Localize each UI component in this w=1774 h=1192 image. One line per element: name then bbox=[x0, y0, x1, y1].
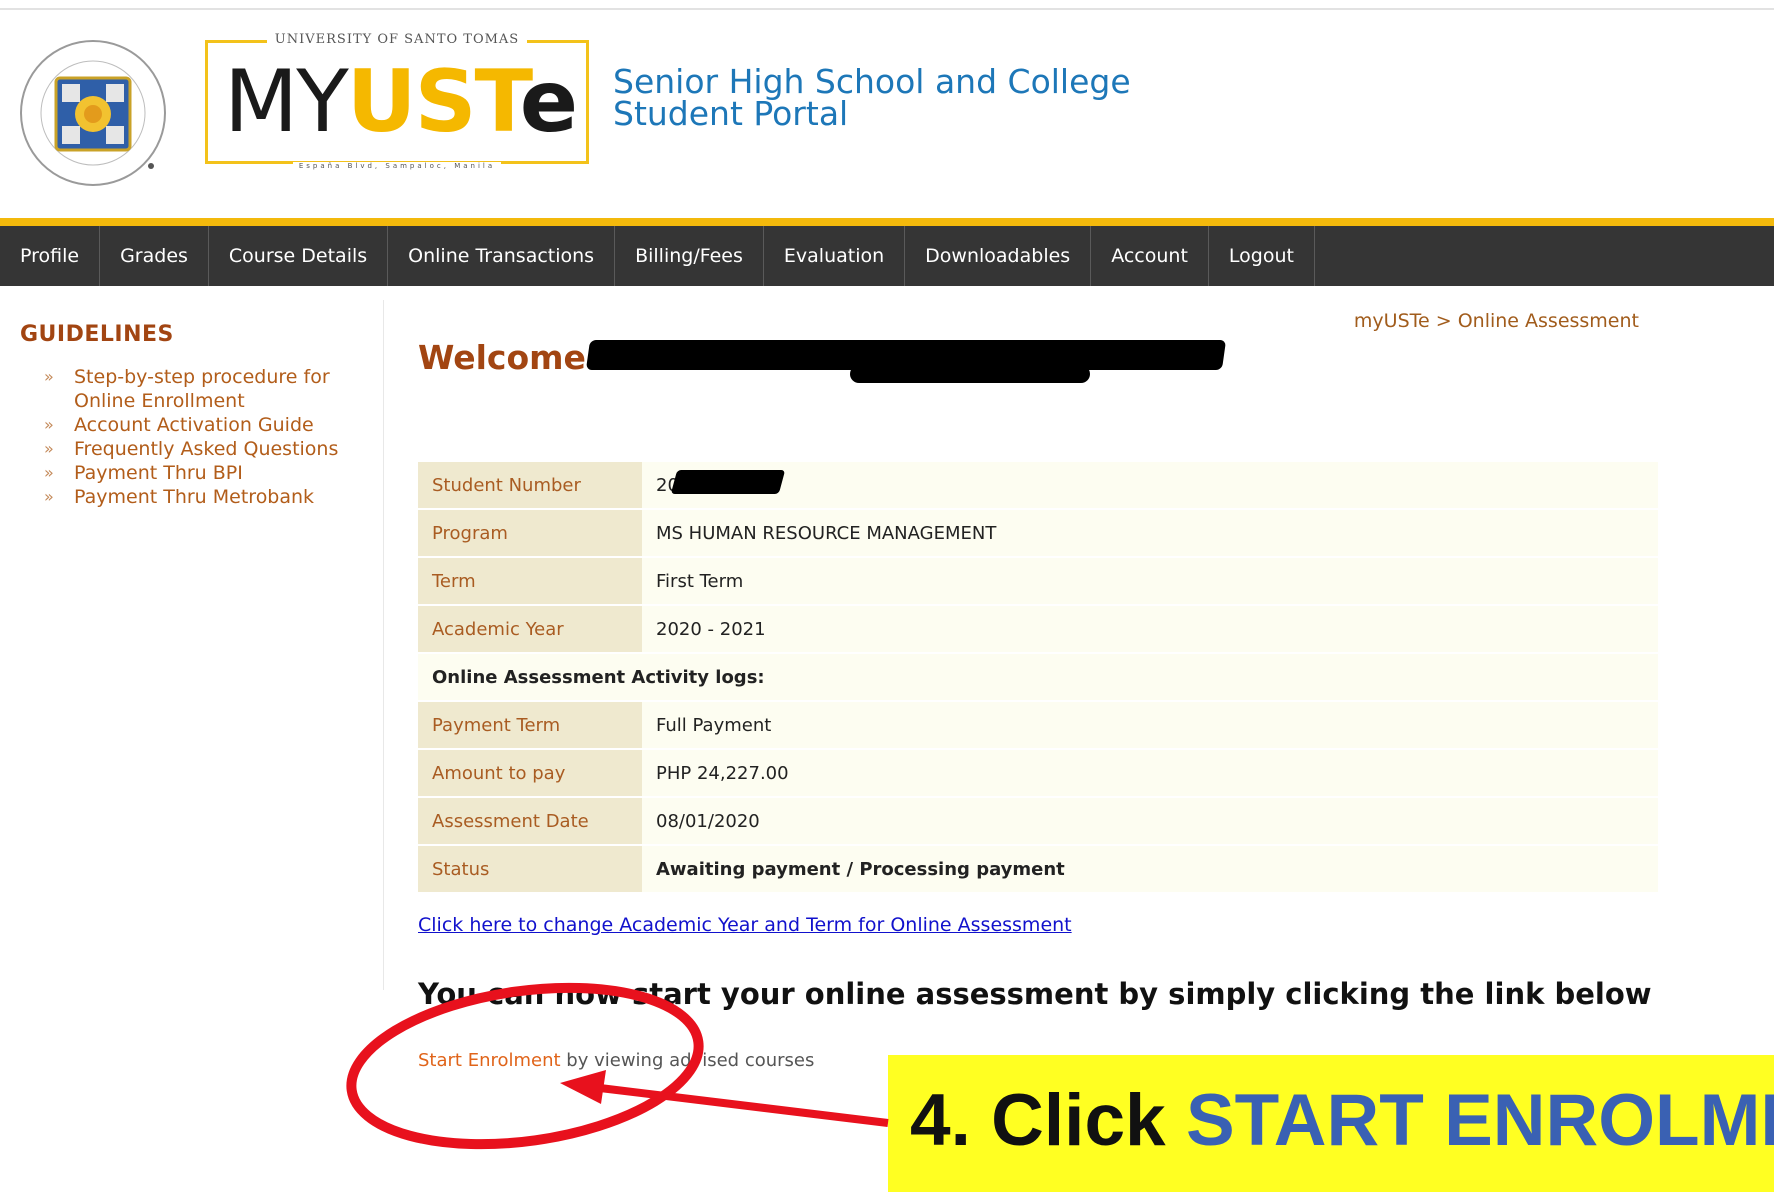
logo-university-text: UNIVERSITY OF SANTO TOMAS bbox=[208, 32, 586, 47]
myuste-logo: UNIVERSITY OF SANTO TOMAS MYUSTe España … bbox=[205, 32, 589, 170]
amount-label: Amount to pay bbox=[418, 750, 642, 796]
guideline-link-payment-bpi[interactable]: Payment Thru BPI bbox=[74, 462, 243, 484]
status-label: Status bbox=[418, 846, 642, 892]
table-row: Payment Term Full Payment bbox=[418, 702, 1658, 748]
nav-profile[interactable]: Profile bbox=[0, 226, 101, 286]
logo-wordmark: MYUSTe bbox=[224, 47, 578, 157]
callout-highlight: START ENROLMENT bbox=[1185, 1080, 1774, 1161]
pointer-arrow-icon bbox=[599, 1084, 889, 1127]
portal-title-line2: Student Portal bbox=[613, 94, 849, 133]
redaction-mark bbox=[850, 365, 1090, 383]
start-assessment-heading: You can now start your online assessment… bbox=[418, 977, 1652, 1011]
activity-logs-heading: Online Assessment Activity logs: bbox=[418, 654, 1658, 700]
table-row: Student Number 20 bbox=[418, 462, 1658, 508]
term-value: First Term bbox=[642, 558, 1658, 604]
portal-title: Senior High School and College Student P… bbox=[613, 65, 1131, 133]
top-border bbox=[0, 8, 1774, 10]
term-label: Term bbox=[418, 558, 642, 604]
guideline-link-payment-metrobank[interactable]: Payment Thru Metrobank bbox=[74, 486, 314, 508]
logo-my: MY bbox=[224, 52, 349, 152]
table-row: Program MS HUMAN RESOURCE MANAGEMENT bbox=[418, 510, 1658, 556]
amount-value: PHP 24,227.00 bbox=[642, 750, 1658, 796]
table-row: Online Assessment Activity logs: bbox=[418, 654, 1658, 700]
nav-grades[interactable]: Grades bbox=[100, 226, 209, 286]
table-row: Assessment Date 08/01/2020 bbox=[418, 798, 1658, 844]
nav-course-details[interactable]: Course Details bbox=[209, 226, 389, 286]
nav-downloadables[interactable]: Downloadables bbox=[905, 226, 1092, 286]
guideline-item: » Step-by-step procedure for Online Enrol… bbox=[20, 365, 360, 413]
gold-divider bbox=[0, 218, 1774, 226]
bullet-icon: » bbox=[44, 415, 54, 434]
guidelines-heading: GUIDELINES bbox=[20, 322, 174, 347]
nav-account[interactable]: Account bbox=[1091, 226, 1209, 286]
arrowhead-icon bbox=[560, 1070, 606, 1104]
student-number-value: 20 bbox=[642, 462, 1658, 508]
bullet-icon: » bbox=[44, 487, 54, 506]
redaction-mark bbox=[670, 470, 786, 494]
academic-year-label: Academic Year bbox=[418, 606, 642, 652]
guideline-link-enrollment-procedure[interactable]: Step-by-step procedure for Online Enrollm… bbox=[74, 366, 330, 412]
assessment-info-table: Student Number 20 Program MS HUMAN RESOU… bbox=[418, 460, 1658, 894]
instruction-callout: 4. Click START ENROLMENT bbox=[888, 1055, 1774, 1192]
guidelines-sidebar: GUIDELINES » Step-by-step procedure for O… bbox=[20, 322, 360, 509]
assessment-date-label: Assessment Date bbox=[418, 798, 642, 844]
guidelines-list: » Step-by-step procedure for Online Enrol… bbox=[20, 365, 360, 509]
guideline-link-faq[interactable]: Frequently Asked Questions bbox=[74, 438, 338, 460]
nav-billing-fees[interactable]: Billing/Fees bbox=[615, 226, 764, 286]
start-enrolment-line: Start Enrolment by viewing advised cours… bbox=[418, 1050, 814, 1071]
callout-prefix: 4. Click bbox=[910, 1080, 1186, 1161]
bullet-icon: » bbox=[44, 367, 54, 386]
program-value: MS HUMAN RESOURCE MANAGEMENT bbox=[642, 510, 1658, 556]
main-nav: Profile Grades Course Details Online Tra… bbox=[0, 226, 1774, 286]
assessment-date-value: 08/01/2020 bbox=[642, 798, 1658, 844]
university-seal-icon bbox=[20, 40, 166, 186]
guideline-item: » Account Activation Guide bbox=[20, 413, 360, 437]
table-row: Amount to pay PHP 24,227.00 bbox=[418, 750, 1658, 796]
bullet-icon: » bbox=[44, 463, 54, 482]
table-row: Term First Term bbox=[418, 558, 1658, 604]
logo-ust: UST bbox=[346, 52, 522, 152]
program-label: Program bbox=[418, 510, 642, 556]
payment-term-value: Full Payment bbox=[642, 702, 1658, 748]
nav-logout[interactable]: Logout bbox=[1209, 226, 1315, 286]
nav-online-transactions[interactable]: Online Transactions bbox=[388, 226, 616, 286]
table-row: Status Awaiting payment / Processing pay… bbox=[418, 846, 1658, 892]
bullet-icon: » bbox=[44, 439, 54, 458]
breadcrumb: myUSTe > Online Assessment bbox=[1353, 310, 1639, 332]
status-value: Awaiting payment / Processing payment bbox=[642, 846, 1658, 892]
payment-term-label: Payment Term bbox=[418, 702, 642, 748]
student-number-label: Student Number bbox=[418, 462, 642, 508]
start-enrolment-link[interactable]: Start Enrolment bbox=[418, 1050, 561, 1071]
nav-evaluation[interactable]: Evaluation bbox=[764, 226, 906, 286]
guideline-item: » Payment Thru Metrobank bbox=[20, 485, 360, 509]
table-row: Academic Year 2020 - 2021 bbox=[418, 606, 1658, 652]
logo-e: e bbox=[519, 52, 578, 152]
callout-text: 4. Click START ENROLMENT bbox=[910, 1079, 1774, 1162]
academic-year-value: 2020 - 2021 bbox=[642, 606, 1658, 652]
logo-address: España Blvd, Sampaloc, Manila bbox=[208, 162, 586, 170]
sidebar-divider bbox=[383, 300, 384, 990]
guideline-item: » Frequently Asked Questions bbox=[20, 437, 360, 461]
change-term-link[interactable]: Click here to change Academic Year and T… bbox=[418, 914, 1072, 936]
guideline-item: » Payment Thru BPI bbox=[20, 461, 360, 485]
guideline-link-account-activation[interactable]: Account Activation Guide bbox=[74, 414, 314, 436]
start-enrolment-suffix: by viewing advised courses bbox=[560, 1050, 815, 1071]
